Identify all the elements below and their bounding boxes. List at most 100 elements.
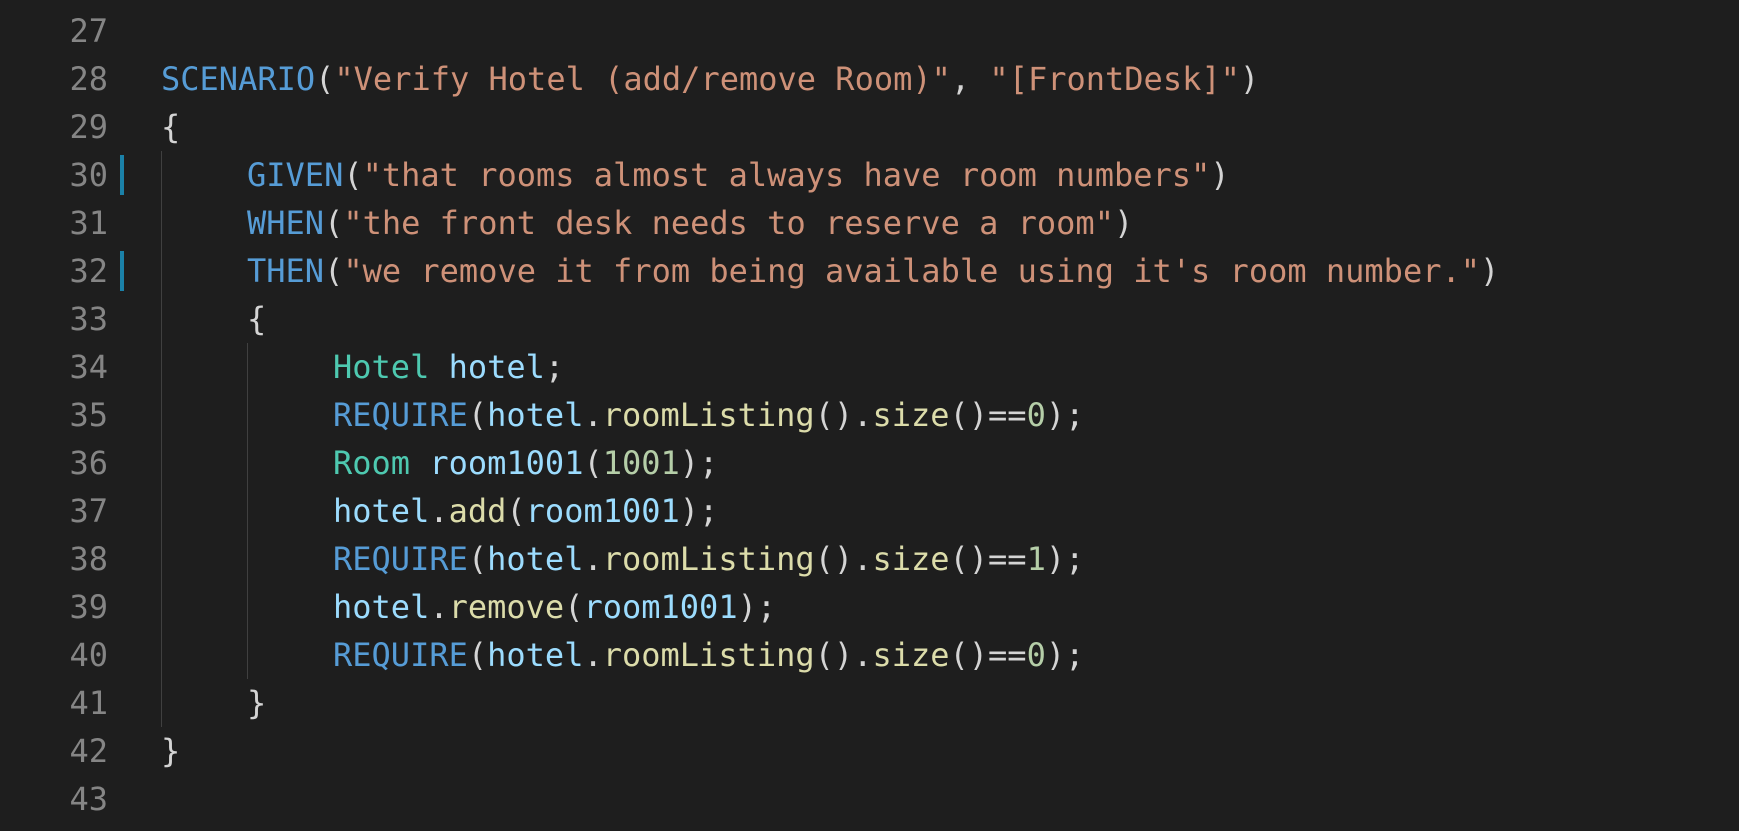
code-line[interactable]: 31 WHEN("the front desk needs to reserve … (0, 199, 1739, 247)
code-token: ( (583, 444, 603, 482)
code-token: ( (467, 396, 488, 434)
code-line[interactable]: 39 hotel.remove(room1001); (0, 583, 1739, 631)
code-token: hotel (333, 588, 430, 626)
code-token: ()== (949, 636, 1027, 674)
code-line[interactable]: 35 REQUIRE(hotel.roomListing().size()==0)… (0, 391, 1739, 439)
code-line[interactable]: 37 hotel.add(room1001); (0, 487, 1739, 535)
code-token: REQUIRE (333, 396, 468, 434)
code-text: GIVEN("that rooms almost always have roo… (247, 151, 1230, 199)
code-token: ) (1480, 252, 1500, 290)
code-token: ( (564, 588, 584, 626)
code-token: roomListing (602, 540, 815, 578)
code-token: 0 (1026, 396, 1046, 434)
code-text: SCENARIO("Verify Hotel (add/remove Room)… (161, 55, 1259, 103)
code-token: . (583, 540, 603, 578)
code-token: "[FrontDesk]" (989, 60, 1240, 98)
code-token: ( (324, 204, 344, 242)
line-number: 43 (69, 780, 108, 818)
code-token: , (950, 60, 990, 98)
code-token: ( (315, 60, 335, 98)
code-token: ) (1239, 60, 1260, 98)
code-token: ; (544, 348, 565, 386)
code-editor[interactable]: 27 28 SCENARIO("Verify Hotel (add/remove R… (0, 0, 1739, 831)
line-number: 40 (69, 636, 108, 674)
code-token: size (872, 396, 950, 434)
code-text: WHEN("the front desk needs to reserve a … (247, 199, 1133, 247)
code-token: "the front desk needs to reserve a room" (343, 204, 1114, 242)
code-line[interactable]: 34 Hotel hotel; (0, 343, 1739, 391)
code-line[interactable]: 42} (0, 727, 1739, 775)
code-token: remove (448, 588, 565, 626)
code-token: . (429, 588, 449, 626)
code-token: ); (1045, 636, 1085, 674)
line-number: 27 (69, 12, 108, 50)
code-line[interactable]: 43 (0, 775, 1739, 823)
code-token: ( (467, 540, 488, 578)
code-token: ( (506, 492, 526, 530)
code-token: room1001 (429, 444, 584, 482)
code-line[interactable]: 28 SCENARIO("Verify Hotel (add/remove Roo… (0, 55, 1739, 103)
line-number: 33 (69, 300, 108, 338)
code-line[interactable]: 30 GIVEN("that rooms almost always have r… (0, 151, 1739, 199)
code-token: hotel (487, 636, 584, 674)
line-number: 38 (69, 540, 108, 578)
code-line[interactable]: 36 Room room1001(1001); (0, 439, 1739, 487)
code-line[interactable]: 33 { (0, 295, 1739, 343)
code-text: REQUIRE(hotel.roomListing().size()==1); (333, 535, 1084, 583)
code-text: hotel.remove(room1001); (333, 583, 776, 631)
code-token: (). (814, 540, 873, 578)
code-token: ) (1113, 204, 1134, 242)
code-token: REQUIRE (333, 540, 468, 578)
code-token: ( (467, 636, 488, 674)
line-number: 39 (69, 588, 108, 626)
code-token: room1001 (525, 492, 680, 530)
code-text: REQUIRE(hotel.roomListing().size()==0); (333, 391, 1084, 439)
code-token: 0 (1026, 636, 1046, 674)
code-token: "Verify Hotel (add/remove Room)" (334, 60, 951, 98)
code-text: { (247, 295, 266, 343)
code-token: roomListing (602, 636, 815, 674)
code-line[interactable]: 29 { (0, 103, 1739, 151)
code-token: } (247, 684, 267, 722)
code-token: room1001 (583, 588, 738, 626)
modified-line-marker[interactable] (120, 251, 124, 291)
code-token: REQUIRE (333, 636, 468, 674)
code-token: THEN (247, 252, 325, 290)
code-token: hotel (487, 396, 584, 434)
code-line[interactable]: 41} (0, 679, 1739, 727)
code-token: WHEN (247, 204, 325, 242)
code-line[interactable]: 32 THEN("we remove it from being availabl… (0, 247, 1739, 295)
code-token: . (429, 492, 449, 530)
code-text: Room room1001(1001); (333, 439, 718, 487)
modified-line-marker[interactable] (120, 155, 124, 195)
line-number: 41 (69, 684, 108, 722)
code-token: "we remove it from being available using… (343, 252, 1480, 290)
code-token: ); (679, 492, 719, 530)
code-token: (). (814, 396, 873, 434)
code-line[interactable]: 40 REQUIRE(hotel.roomListing().size()==0)… (0, 631, 1739, 679)
line-number: 28 (69, 60, 108, 98)
code-token: ( (343, 156, 363, 194)
code-text: } (247, 679, 266, 727)
code-token: { (161, 108, 181, 146)
code-token: ) (1210, 156, 1230, 194)
line-number: 32 (69, 252, 108, 290)
code-token: Hotel (333, 348, 430, 386)
code-line[interactable]: 27 (0, 7, 1739, 55)
code-token: hotel (448, 348, 545, 386)
line-number: 30 (69, 156, 108, 194)
code-token: "that rooms almost always have room numb… (362, 156, 1211, 194)
code-token: . (583, 396, 603, 434)
code-token: ); (1045, 396, 1085, 434)
line-number: 34 (69, 348, 108, 386)
code-token: 1 (1026, 540, 1046, 578)
line-number: 31 (69, 204, 108, 242)
code-line[interactable]: 38 REQUIRE(hotel.roomListing().size()==1)… (0, 535, 1739, 583)
code-token: . (583, 636, 603, 674)
code-token: SCENARIO (161, 60, 316, 98)
code-text: REQUIRE(hotel.roomListing().size()==0); (333, 631, 1084, 679)
code-token: ()== (949, 396, 1027, 434)
code-token: } (161, 732, 181, 770)
